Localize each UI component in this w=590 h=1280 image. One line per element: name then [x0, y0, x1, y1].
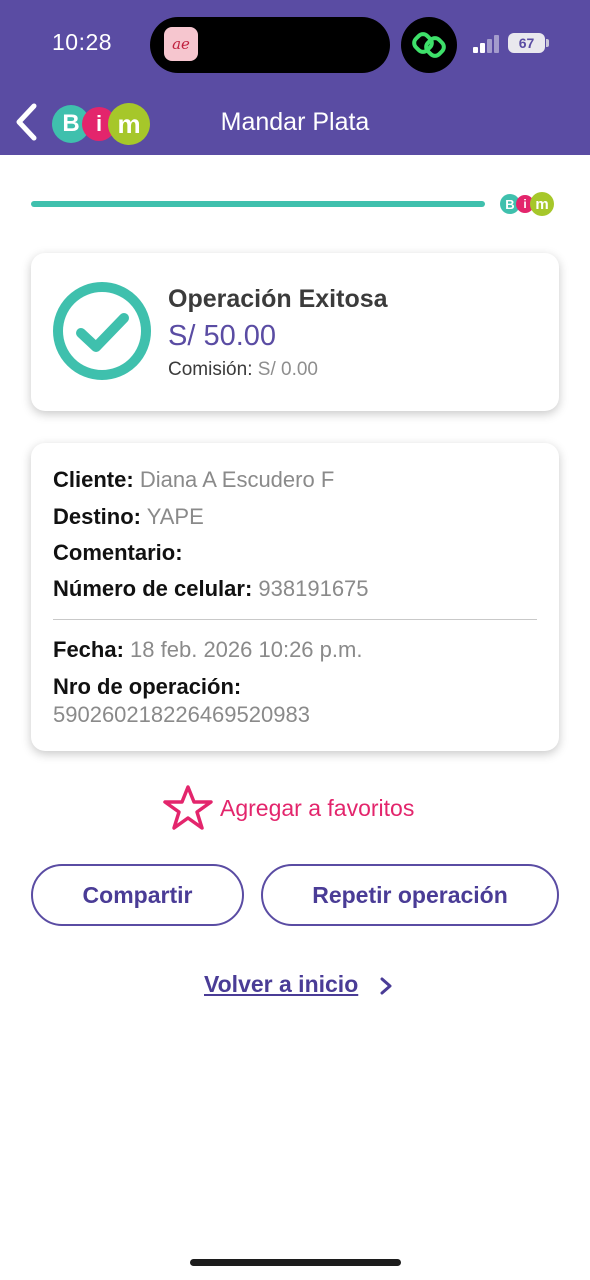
app-header: 10:28 ae 67 B i m Mandar Plata [0, 0, 590, 155]
page-title: Mandar Plata [220, 108, 370, 136]
home-label: Volver a inicio [204, 971, 359, 997]
result-title: Operación Exitosa [168, 285, 388, 313]
favorite-label: Agregar a favoritos [220, 795, 415, 821]
details-card: Cliente: Diana A Escudero F Destino: YAP… [31, 443, 559, 751]
status-time: 10:28 [52, 29, 113, 55]
client-value: Diana A Escudero F [139, 467, 335, 492]
detail-destination: Destino: YAPE [53, 504, 204, 530]
result-amount: S/ 50.00 [168, 320, 277, 352]
destination-value: YAPE [146, 504, 204, 529]
comment-label: Comentario: [53, 540, 183, 565]
back-home-link[interactable]: Volver a inicio [204, 971, 404, 1003]
live-activity-app-icon: ae [164, 27, 198, 61]
detail-op-number-label: Nro de operación: [53, 674, 241, 700]
add-favorite-button[interactable]: Agregar a favoritos [162, 784, 462, 832]
progress-bar [31, 201, 485, 207]
check-circle-icon [53, 282, 151, 380]
result-fee: Comisión: S/ 0.00 [168, 359, 318, 381]
battery-tip [546, 39, 549, 47]
star-outline-icon [163, 785, 213, 830]
detail-comment: Comentario: [53, 540, 183, 566]
phone-value: 938191675 [258, 576, 369, 601]
details-divider [53, 619, 537, 620]
logo-letter-m: m [530, 192, 554, 216]
fee-value: S/ 0.00 [257, 359, 318, 380]
op-number-label: Nro de operación: [53, 674, 242, 699]
date-label: Fecha: [53, 637, 124, 662]
detail-client: Cliente: Diana A Escudero F [53, 467, 334, 493]
date-value: 18 feb. 2026 10:26 p.m. [130, 637, 363, 662]
link-activity-icon [401, 17, 457, 73]
dynamic-island: ae [150, 17, 390, 73]
repeat-operation-button[interactable]: Repetir operación [261, 864, 559, 926]
battery-icon: 67 [508, 33, 545, 53]
op-number-value: 590260218226469520983 [53, 702, 310, 727]
phone-label: Número de celular: [53, 576, 253, 601]
destination-label: Destino: [53, 504, 141, 529]
detail-date: Fecha: 18 feb. 2026 10:26 p.m. [53, 637, 362, 663]
progress-bim-logo: B i m [500, 192, 554, 216]
detail-phone: Número de celular: 938191675 [53, 576, 369, 602]
detail-op-number-value: 590260218226469520983 [53, 702, 310, 728]
result-card: Operación Exitosa S/ 50.00 Comisión: S/ … [31, 253, 559, 411]
chevron-right-icon [380, 977, 392, 995]
share-button[interactable]: Compartir [31, 864, 244, 926]
client-label: Cliente: [53, 467, 134, 492]
cellular-signal-icon [473, 35, 503, 53]
home-indicator [190, 1259, 401, 1266]
fee-label: Comisión: [168, 359, 253, 380]
